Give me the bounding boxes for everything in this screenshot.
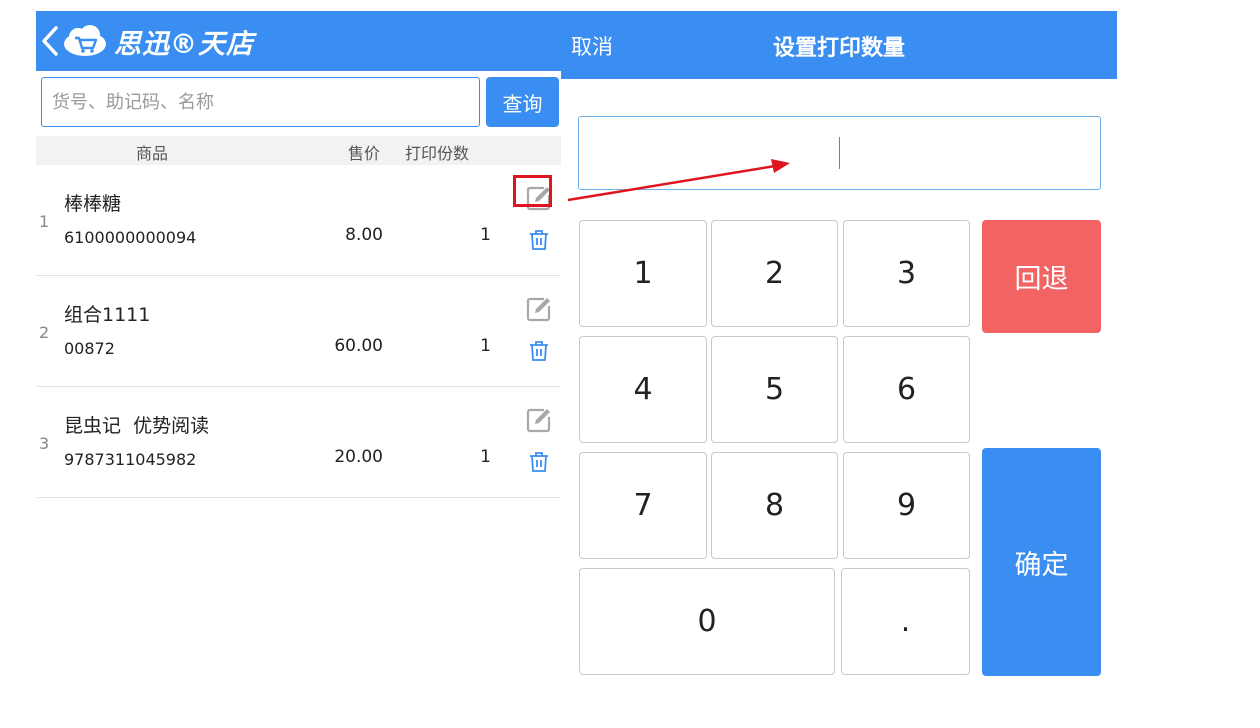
row-index: 1 — [39, 212, 50, 231]
highlight-box — [513, 175, 552, 207]
key-decimal-point[interactable]: . — [841, 568, 970, 675]
edit-icon[interactable] — [526, 407, 552, 433]
product-name: 棒棒糖 — [64, 193, 122, 215]
dialog-header: 设置打印数量 取消 — [561, 11, 1117, 79]
edit-icon[interactable] — [526, 296, 552, 322]
back-icon[interactable] — [40, 25, 60, 57]
key-1[interactable]: 1 — [579, 220, 707, 327]
column-header-product: 商品 — [136, 144, 169, 163]
backspace-button[interactable]: 回退 — [982, 220, 1101, 333]
print-copies: 1 — [480, 336, 491, 356]
table-row[interactable]: 3 昆虫记 优势阅读 9787311045982 20.00 1 — [36, 387, 561, 498]
key-3[interactable]: 3 — [843, 220, 970, 327]
print-copies: 1 — [480, 225, 491, 245]
key-7[interactable]: 7 — [579, 452, 707, 559]
product-price: 60.00 — [334, 336, 383, 356]
product-code: 6100000000094 — [64, 228, 197, 247]
product-price: 20.00 — [334, 447, 383, 467]
column-header-copies: 打印份数 — [405, 144, 470, 163]
search-button[interactable]: 查询 — [486, 77, 559, 127]
product-code: 9787311045982 — [64, 450, 197, 469]
app-header: 思迅®天店 — [36, 11, 561, 71]
trash-icon[interactable] — [529, 340, 549, 362]
product-name: 组合1111 — [64, 304, 151, 326]
row-index: 3 — [39, 434, 50, 453]
cloud-cart-icon — [64, 25, 106, 56]
trash-icon[interactable] — [529, 451, 549, 473]
key-2[interactable]: 2 — [711, 220, 838, 327]
search-input[interactable] — [41, 77, 480, 127]
key-4[interactable]: 4 — [579, 336, 707, 443]
app-logo-text: 思迅®天店 — [114, 28, 254, 60]
table-row[interactable]: 2 组合1111 00872 60.00 1 — [36, 276, 561, 387]
table-header: 商品 售价 打印份数 — [36, 136, 561, 165]
product-name: 昆虫记 优势阅读 — [64, 415, 210, 437]
key-5[interactable]: 5 — [711, 336, 838, 443]
trash-icon[interactable] — [529, 229, 549, 251]
dialog-title: 设置打印数量 — [772, 36, 905, 61]
key-9[interactable]: 9 — [843, 452, 970, 559]
quantity-input[interactable] — [578, 116, 1101, 190]
confirm-button[interactable]: 确定 — [982, 448, 1101, 676]
table-row[interactable]: 1 棒棒糖 6100000000094 8.00 1 — [36, 165, 561, 276]
cancel-button[interactable]: 取消 — [571, 31, 613, 61]
product-price: 8.00 — [345, 225, 383, 245]
key-6[interactable]: 6 — [843, 336, 970, 443]
key-0[interactable]: 0 — [579, 568, 835, 675]
key-8[interactable]: 8 — [711, 452, 838, 559]
row-index: 2 — [39, 323, 50, 342]
app-logo: 思迅®天店 — [62, 19, 254, 63]
product-code: 00872 — [64, 339, 115, 358]
column-header-price: 售价 — [348, 144, 381, 163]
text-cursor — [839, 137, 840, 169]
print-copies: 1 — [480, 447, 491, 467]
